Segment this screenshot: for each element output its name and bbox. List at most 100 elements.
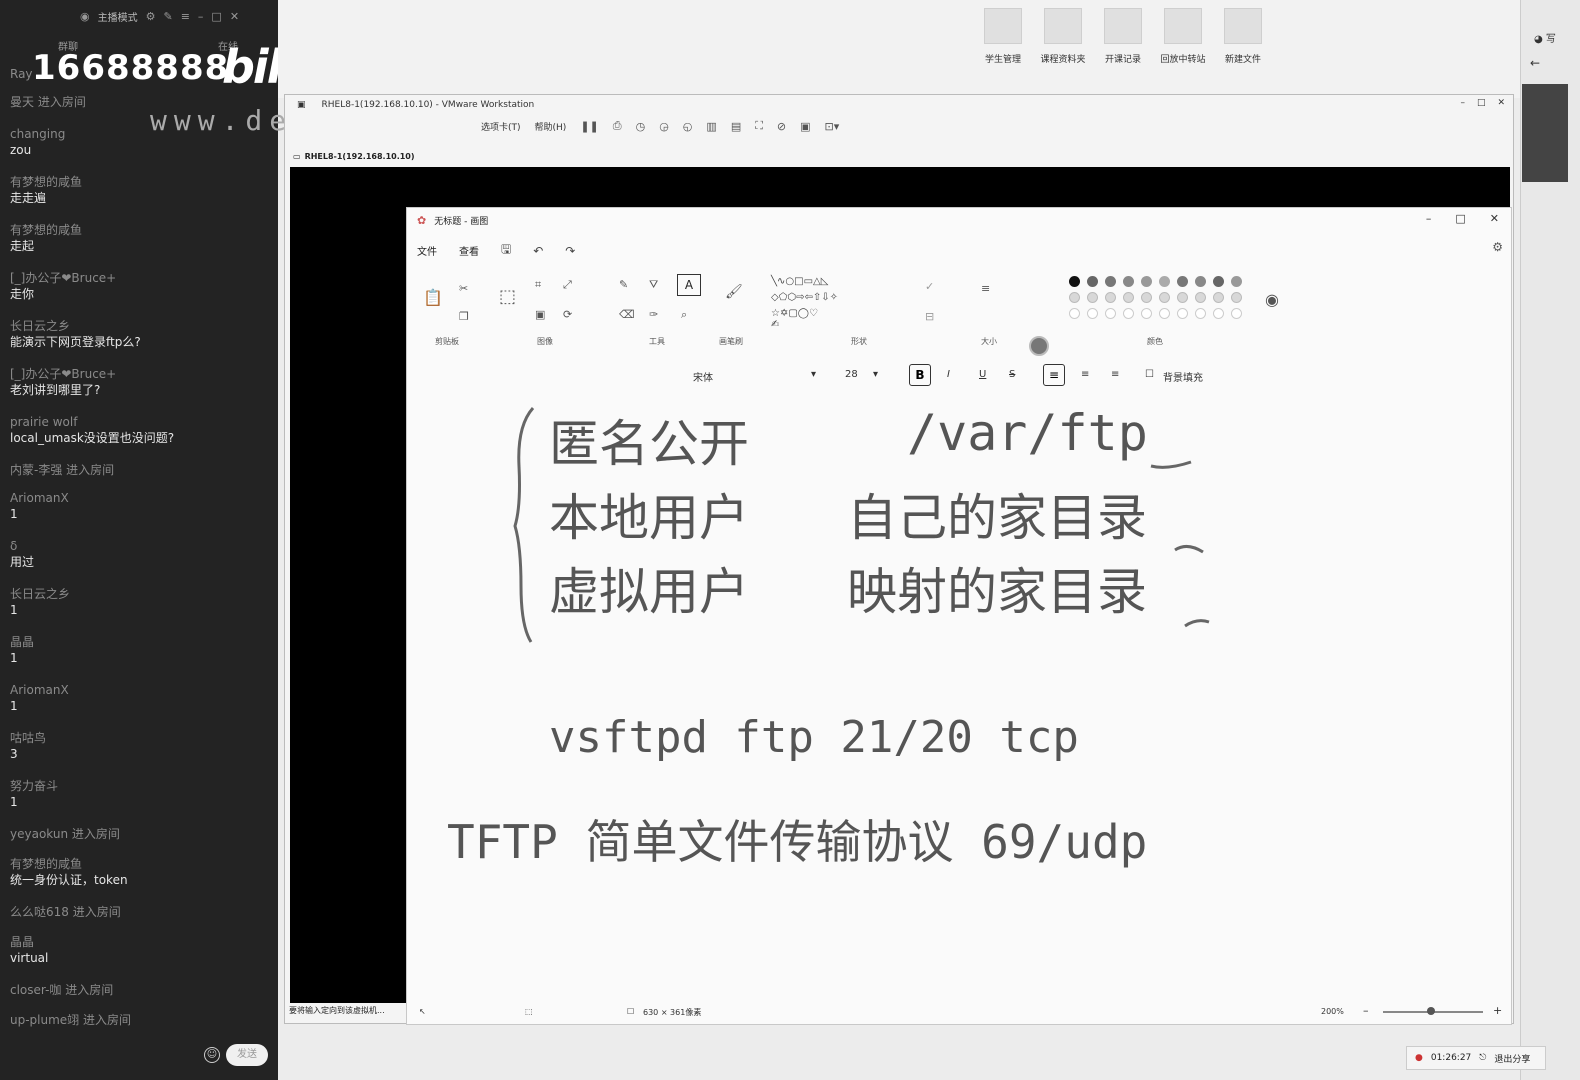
back-arrow-icon[interactable]: ← <box>1530 56 1540 70</box>
palette-swatch[interactable] <box>1177 276 1188 287</box>
paste-icon[interactable]: 📋 <box>423 288 443 307</box>
desktop-shortcut[interactable]: 课程资料夹 <box>1038 8 1088 65</box>
pause-icon[interactable]: ❚❚ <box>580 120 598 133</box>
palette-swatch[interactable] <box>1213 308 1224 319</box>
snapshot-manager-icon[interactable]: ◵ <box>683 120 693 133</box>
desktop-shortcut[interactable]: 新建文件 <box>1218 8 1268 65</box>
eraser-icon[interactable]: ⌫ <box>619 308 635 321</box>
underline-button[interactable]: U <box>979 369 986 380</box>
palette-swatch[interactable] <box>1123 308 1134 319</box>
menu-file[interactable]: 文件 <box>417 243 437 258</box>
palette-swatch[interactable] <box>1177 292 1188 303</box>
close-icon[interactable]: ✕ <box>1497 98 1505 108</box>
fullscreen-icon[interactable]: ⛶ <box>755 119 763 133</box>
palette-swatch[interactable] <box>1213 276 1224 287</box>
edit-colors-icon[interactable]: ◉ <box>1265 290 1279 309</box>
palette-swatch[interactable] <box>1123 292 1134 303</box>
bold-button[interactable]: B <box>909 364 931 386</box>
menu-icon[interactable]: ≡ <box>181 10 190 23</box>
palette-swatch[interactable] <box>1069 292 1080 303</box>
exit-share-button[interactable]: 退出分享 <box>1494 1052 1530 1065</box>
settings-icon[interactable]: ⚙ <box>146 10 156 23</box>
palette-swatch[interactable] <box>1105 276 1116 287</box>
palette-swatch[interactable] <box>1159 276 1170 287</box>
align-left-button[interactable]: ≡ <box>1043 364 1065 386</box>
palette-swatch[interactable] <box>1141 308 1152 319</box>
palette-swatch[interactable] <box>1195 292 1206 303</box>
send-button[interactable]: 发送 <box>226 1044 268 1066</box>
unity-icon[interactable]: ⊘ <box>777 120 786 133</box>
palette-swatch[interactable] <box>1105 292 1116 303</box>
text-tool-icon[interactable]: A <box>677 274 701 296</box>
palette-swatch[interactable] <box>1231 276 1242 287</box>
bg-fill-checkbox[interactable]: ☐ <box>1145 369 1154 380</box>
shapes-row-2[interactable]: ◇⬠⬡⇨⇦⇧⇩✧ <box>771 292 838 303</box>
palette-swatch[interactable] <box>1141 292 1152 303</box>
palette-swatch[interactable] <box>1195 276 1206 287</box>
strikethrough-button[interactable]: S <box>1009 369 1015 380</box>
zoom-slider-thumb[interactable] <box>1427 1007 1435 1015</box>
shapes-row-3[interactable]: ☆✡▢◯♡✍ <box>771 308 818 330</box>
image-select-icon[interactable]: ▣ <box>535 308 545 321</box>
menu-item-help[interactable]: 帮助(H) <box>535 120 567 133</box>
fill-shape-icon[interactable]: ⊟ <box>925 310 934 323</box>
send-keys-icon[interactable]: ⎙ <box>613 119 622 133</box>
current-color-swatch[interactable] <box>1029 336 1049 356</box>
snapshot-icon[interactable]: ◷ <box>636 120 646 133</box>
desktop-shortcut[interactable]: 回放中转站 <box>1158 8 1208 65</box>
copy-icon[interactable]: ❐ <box>459 310 469 323</box>
edit-icon[interactable]: ✎ <box>163 10 172 23</box>
palette-swatch[interactable] <box>1087 276 1098 287</box>
shapes-row-1[interactable]: ╲∿○□▭△◺ <box>771 276 828 287</box>
exit-share-icon[interactable]: ⎋ <box>1479 1053 1486 1063</box>
thumbnail-icon[interactable]: ▤ <box>731 120 741 133</box>
palette-swatch[interactable] <box>1159 308 1170 319</box>
palette-swatch[interactable] <box>1141 276 1152 287</box>
pencil-icon[interactable]: ✎ <box>619 278 628 291</box>
console-icon[interactable]: ▣ <box>800 120 810 133</box>
palette-swatch[interactable] <box>1105 308 1116 319</box>
cut-icon[interactable]: ✂ <box>459 282 468 295</box>
fill-icon[interactable]: ⛛ <box>649 278 658 292</box>
menu-view[interactable]: 查看 <box>459 243 479 258</box>
align-center-button[interactable]: ≡ <box>1081 369 1089 380</box>
zoom-out-button[interactable]: – <box>1363 1004 1369 1017</box>
rotate-icon[interactable]: ⟳ <box>563 308 572 321</box>
close-icon[interactable]: ✕ <box>1490 212 1499 225</box>
minimize-icon[interactable]: – <box>1460 98 1465 108</box>
desktop-shortcut[interactable]: 学生管理 <box>978 8 1028 65</box>
palette-swatch[interactable] <box>1069 308 1080 319</box>
palette-swatch[interactable] <box>1231 308 1242 319</box>
crop-icon[interactable]: ⌗ <box>535 278 541 292</box>
palette-swatch[interactable] <box>1195 308 1206 319</box>
zoom-in-button[interactable]: + <box>1493 1004 1502 1017</box>
emoji-icon[interactable]: ☺ <box>204 1047 220 1063</box>
redo-icon[interactable]: ↷ <box>565 244 575 258</box>
select-icon[interactable]: ⬚ <box>499 286 516 307</box>
save-icon[interactable]: 🖫 <box>501 240 511 261</box>
undo-icon[interactable]: ↶ <box>533 244 543 258</box>
palette-swatch[interactable] <box>1231 292 1242 303</box>
palette-swatch[interactable] <box>1123 276 1134 287</box>
font-size-select[interactable]: 28 <box>845 369 858 380</box>
font-dropdown-icon[interactable]: ▾ <box>811 369 816 380</box>
vm-tab[interactable]: ▭ RHEL8-1(192.168.10.10) <box>293 147 415 165</box>
minimize-icon[interactable]: – <box>198 10 204 23</box>
brush-icon[interactable]: 🖌 <box>725 284 743 300</box>
palette-swatch[interactable] <box>1159 292 1170 303</box>
menu-item-tabs[interactable]: 选项卡(T) <box>481 120 521 133</box>
library-icon[interactable]: ▥ <box>706 120 716 133</box>
settings-icon[interactable]: ⚙ <box>1492 240 1503 254</box>
palette-swatch[interactable] <box>1069 276 1080 287</box>
palette-swatch[interactable] <box>1087 308 1098 319</box>
italic-button[interactable]: I <box>947 369 950 380</box>
desktop-shortcut[interactable]: 开课记录 <box>1098 8 1148 65</box>
paint-canvas[interactable]: 匿名公开 /var/ftp 本地用户 自己的家目录 虚拟用户 映射的家目录 vs… <box>407 394 1511 1000</box>
maximize-icon[interactable]: □ <box>1477 98 1486 108</box>
outline-icon[interactable]: ✓ <box>925 280 934 293</box>
view-options-icon[interactable]: ⊡▾ <box>825 120 840 133</box>
close-icon[interactable]: ✕ <box>230 10 239 23</box>
palette-swatch[interactable] <box>1213 292 1224 303</box>
size-dropdown-icon[interactable]: ▾ <box>873 369 878 380</box>
color-picker-icon[interactable]: ✑ <box>649 308 658 321</box>
